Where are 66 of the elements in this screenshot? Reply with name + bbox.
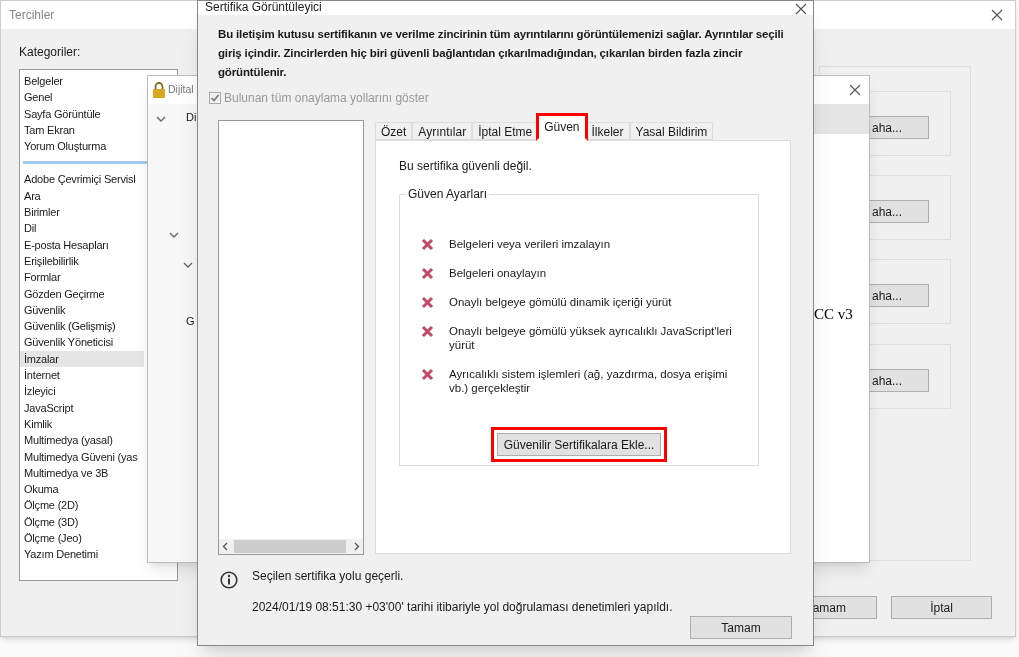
- category-item[interactable]: Multimedya (yasal): [20, 432, 144, 449]
- group-title: Güven Ayarları: [406, 187, 490, 201]
- permission-text: Onaylı belgeye gömülü yüksek ayrıcalıklı JavaScript'leri yürüt: [449, 324, 733, 352]
- category-item[interactable]: Multimedya Güveni (yas: [20, 448, 144, 465]
- window-title: Sertifika Görüntüleyici: [205, 1, 322, 13]
- category-item[interactable]: Multimedya ve 3B: [20, 464, 144, 482]
- tree-label: G: [186, 314, 195, 329]
- category-item[interactable]: Ölçme (3D): [20, 513, 144, 530]
- category-item[interactable]: Formlar: [20, 269, 144, 286]
- info-icon: [220, 571, 238, 589]
- pane-text: CC v3: [814, 305, 853, 324]
- window-title: Tercihler: [9, 7, 55, 24]
- category-item[interactable]: Dil: [20, 220, 144, 237]
- permission-text: Belgeleri onaylayın: [449, 266, 548, 280]
- chevron-icon[interactable]: [169, 232, 179, 238]
- tab[interactable]: Yasal Bildirim: [629, 122, 714, 140]
- tab[interactable]: Güven: [536, 113, 588, 141]
- tab[interactable]: İlkeler: [585, 122, 630, 140]
- description-text: Bu iletişim kutusu sertifikanın ve verilme zincirinin tüm ayrıntılarını görüntülemenizi sağlar. Ayrıntılar seçili giriş içindir. Zincirlerden hiç biri güvenli bağlantıdan çıkarılmadığından, çıkarılan birden fazla zincir görüntülenir.: [218, 27, 785, 80]
- close-icon[interactable]: [991, 9, 1003, 21]
- category-item[interactable]: Gözden Geçirme: [20, 285, 144, 302]
- dialog-button[interactable]: İptal: [891, 596, 992, 619]
- category-item[interactable]: Sayfa Görüntüle: [20, 105, 144, 122]
- category-item[interactable]: Okuma: [20, 481, 144, 498]
- category-item[interactable]: Güvenlik (Gelişmiş): [20, 318, 144, 335]
- category-item[interactable]: Birimler: [20, 204, 144, 221]
- category-item[interactable]: İnternet: [20, 367, 144, 384]
- permission-text: Belgeleri veya verileri imzalayın: [449, 237, 612, 251]
- category-item[interactable]: Tam Ekran: [20, 121, 144, 139]
- category-item[interactable]: JavaScript: [20, 399, 144, 416]
- scrollbar-thumb[interactable]: [234, 540, 346, 553]
- category-item[interactable]: E-posta Hesapları: [20, 236, 144, 253]
- category-item[interactable]: Güvenlik: [20, 301, 144, 319]
- category-item[interactable]: Ölçme (Jeo): [20, 530, 144, 547]
- permission-text: Onaylı belgeye gömülü dinamik içeriği yürüt: [449, 295, 673, 309]
- close-icon[interactable]: [849, 84, 861, 96]
- window-title: Dijital: [168, 82, 194, 98]
- category-item[interactable]: Ölçme (2D): [20, 497, 144, 514]
- category-item[interactable]: Erişilebilirlik: [20, 252, 144, 270]
- close-icon[interactable]: [795, 3, 807, 15]
- category-item[interactable]: Ara: [20, 187, 144, 205]
- tab[interactable]: Ayrıntılar: [412, 122, 473, 140]
- add-to-trusted-button[interactable]: Güvenilir Sertifikalara Ekle...: [497, 433, 661, 456]
- category-item[interactable]: Kimlik: [20, 415, 144, 433]
- validation-note-text: 2024/01/19 08:51:30 +03'00' tarihi itibariyle yol doğrulaması denetimleri yapıldı.: [252, 599, 673, 616]
- category-item[interactable]: Genel: [20, 89, 144, 106]
- path-status-text: Seçilen sertifika yolu geçerli.: [252, 568, 405, 585]
- category-item[interactable]: Güvenlik Yöneticisi: [20, 334, 144, 351]
- trust-status-text: Bu sertifika güvenli değil.: [399, 158, 533, 175]
- horizontal-scrollbar[interactable]: [219, 539, 363, 554]
- padlock-icon: [152, 82, 166, 98]
- categories-label: Kategoriler:: [19, 44, 82, 61]
- category-item[interactable]: Adobe Çevrimiçi Servisl: [20, 171, 144, 188]
- tab[interactable]: İptal Etme: [472, 122, 539, 140]
- category-item[interactable]: İzleyici: [20, 383, 144, 400]
- show-all-paths-checkbox: Bulunan tüm onaylama yollarını göster: [209, 89, 813, 107]
- category-item[interactable]: Belgeler: [20, 73, 144, 90]
- chevron-icon[interactable]: [156, 116, 166, 122]
- permission-text: Ayrıcalıklı sistem işlemleri (ağ, yazdırma, dosya erişimi vb.) gerçekleştir: [449, 367, 729, 395]
- chevron-icon[interactable]: [183, 262, 193, 268]
- category-item[interactable]: Yazım Denetimi: [20, 546, 144, 563]
- category-item[interactable]: Yorum Oluşturma: [20, 138, 144, 155]
- category-item[interactable]: İmzalar: [20, 350, 144, 368]
- tab[interactable]: Özet: [375, 122, 413, 140]
- ok-button[interactable]: Tamam: [690, 616, 792, 639]
- tree-label: Di: [186, 110, 197, 125]
